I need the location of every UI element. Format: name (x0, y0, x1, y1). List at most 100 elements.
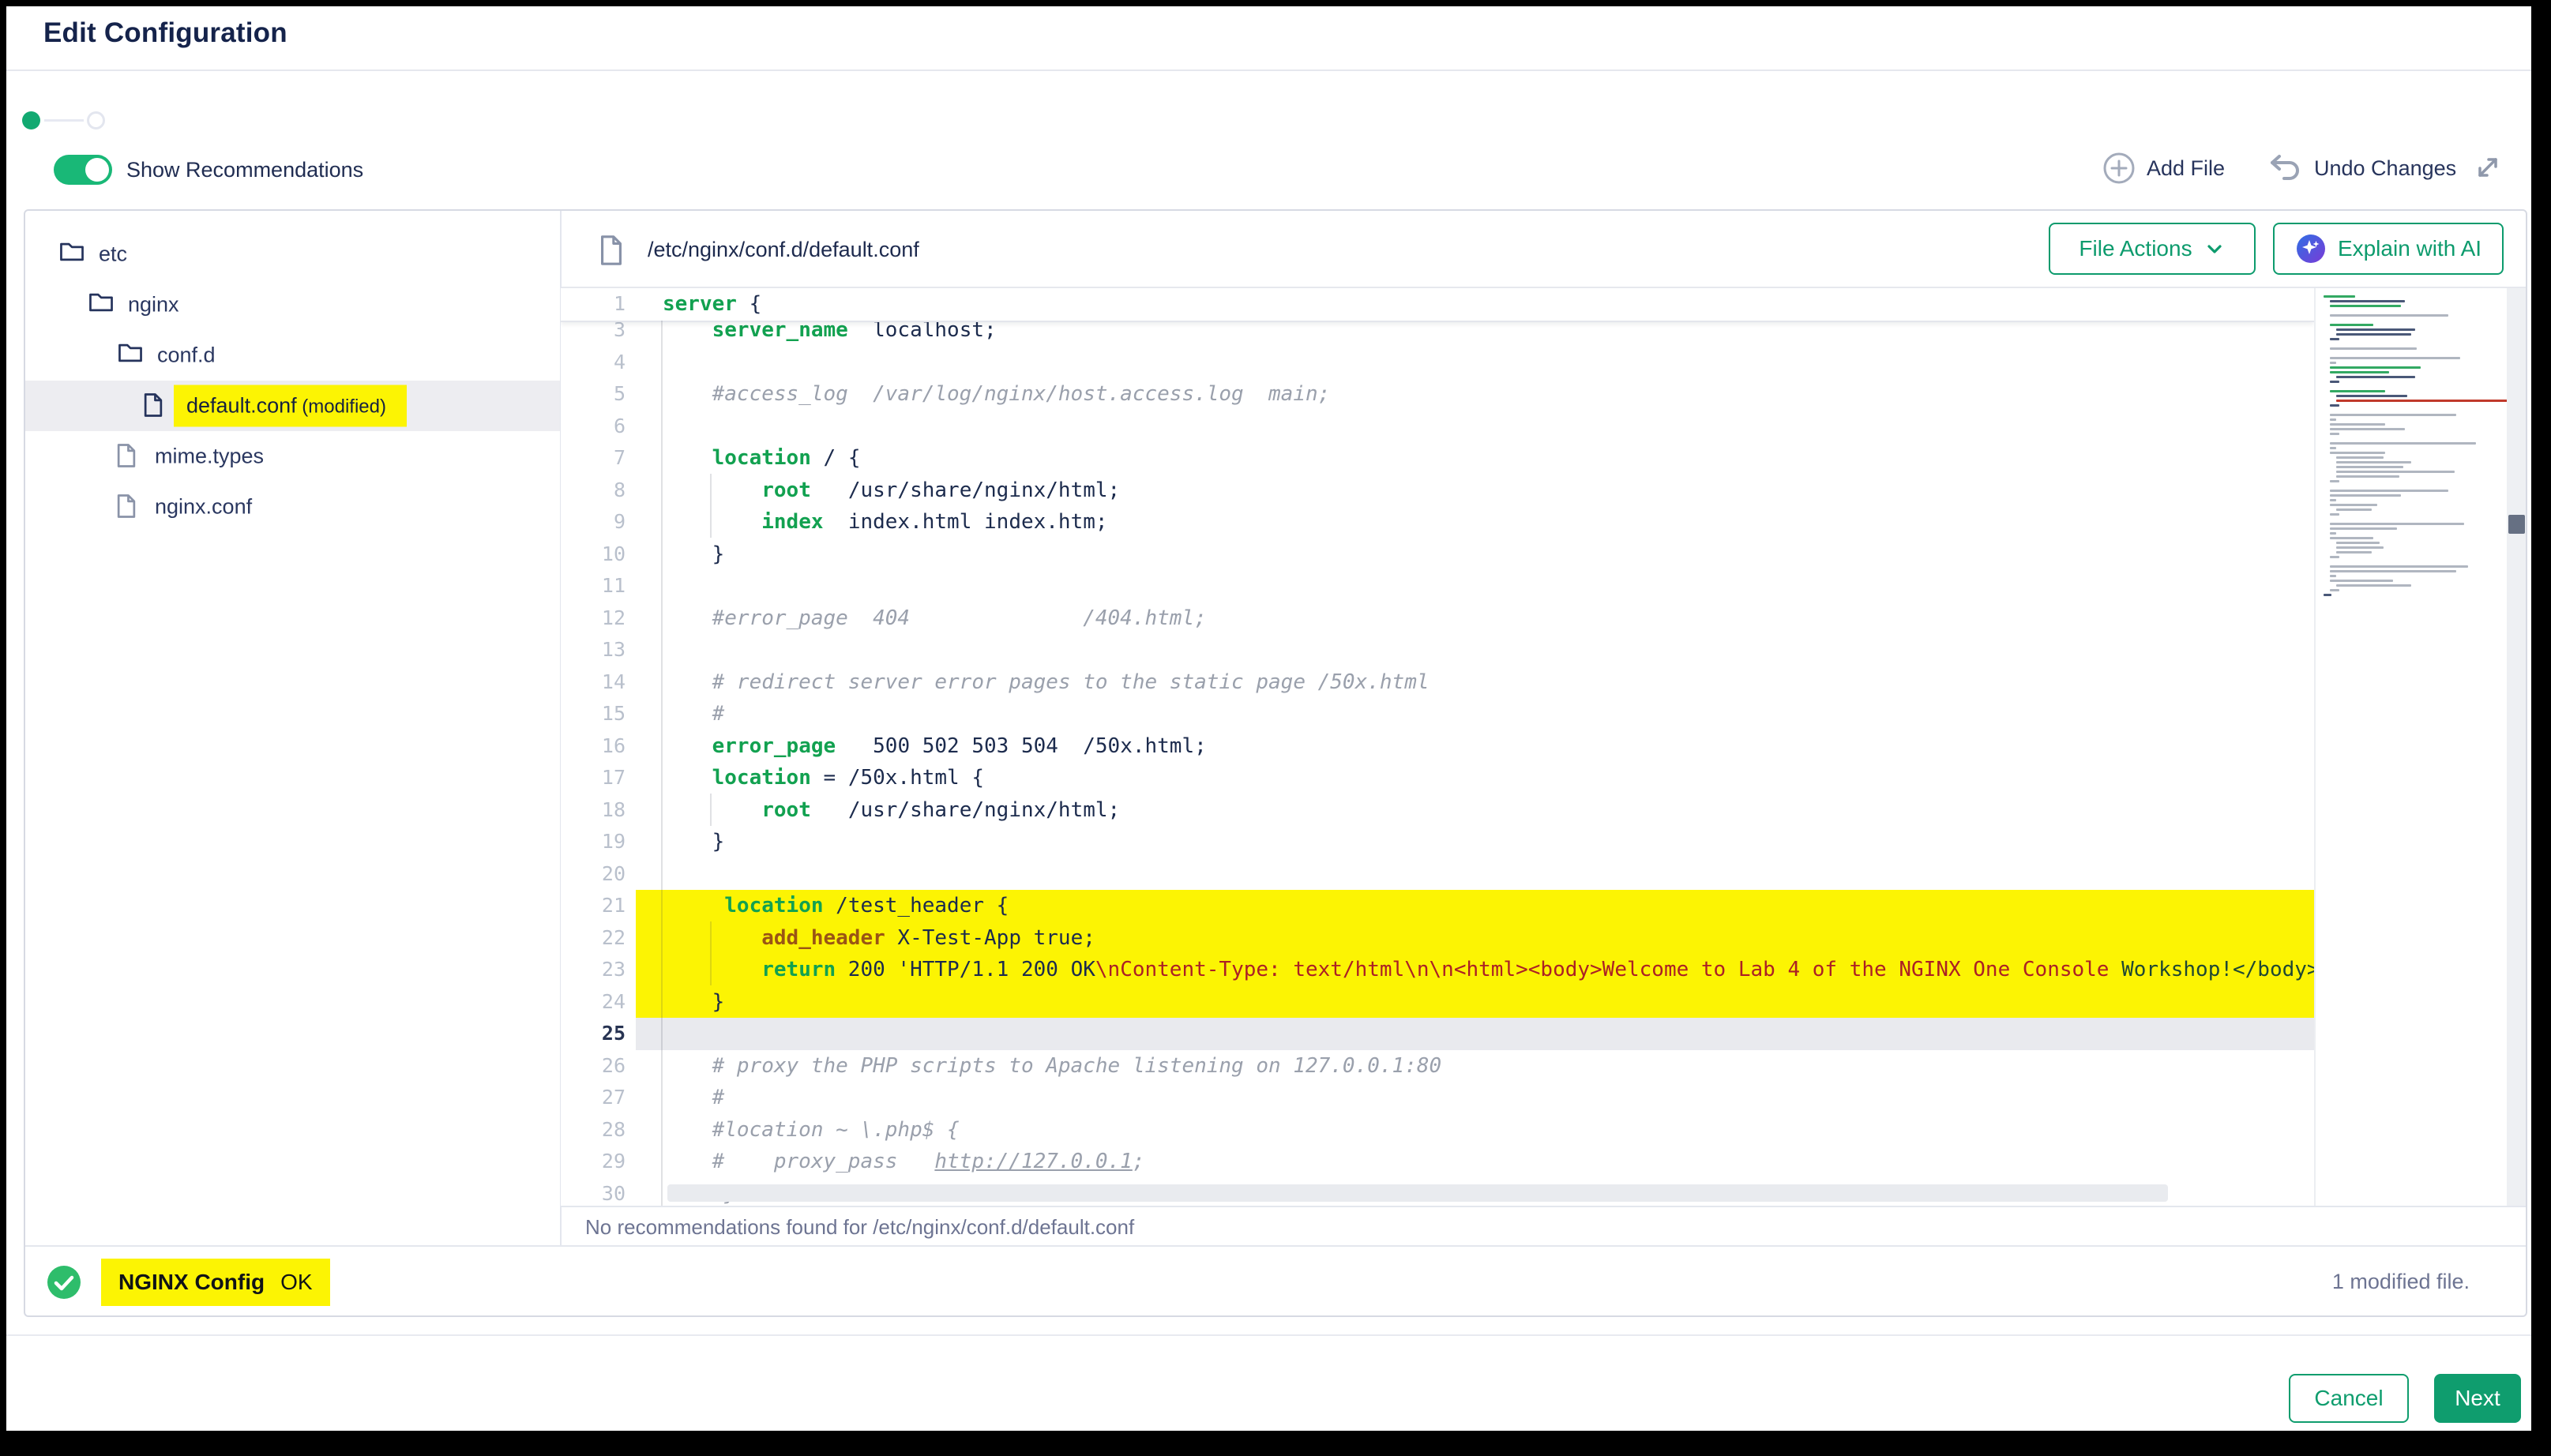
undo-changes-button[interactable]: Undo Changes (2268, 152, 2456, 185)
minimap-line (2330, 418, 2336, 421)
stepper-step-1-active (22, 111, 40, 129)
line-content: return 200 'HTTP/1.1 200 OK\nContent-Typ… (663, 954, 2314, 986)
add-file-label: Add File (2147, 156, 2225, 181)
minimap[interactable] (2314, 288, 2507, 1206)
nginx-config-label: NGINX Config (118, 1270, 265, 1294)
code-line-1: 1server { (561, 288, 2314, 321)
minimap-line (2330, 314, 2448, 317)
next-button[interactable]: Next (2434, 1374, 2521, 1423)
line-content: } (663, 986, 724, 1019)
vertical-scrollbar-track[interactable] (2507, 288, 2527, 1206)
status-footer: NGINX ConfigOK 1 modified file. (24, 1245, 2527, 1315)
show-recommendations-toggle[interactable] (54, 155, 112, 185)
header-divider (6, 69, 2531, 71)
minimap-line (2330, 499, 2336, 501)
tree-item-conf-d[interactable]: conf.d (24, 330, 561, 381)
minimap-line (2330, 357, 2460, 359)
line-number: 19 (561, 826, 626, 858)
toggle-knob (85, 158, 109, 182)
minimap-line (2330, 404, 2339, 407)
add-file-button[interactable]: Add File (2102, 152, 2225, 185)
line-number: 7 (561, 442, 626, 475)
minimap-line (2330, 371, 2389, 373)
minimap-line (2330, 347, 2417, 350)
minimap-line (2330, 504, 2377, 506)
minimap-line (2330, 381, 2339, 383)
modified-badge: (modified) (297, 396, 386, 418)
code-line-21: 21 location /test_header { (561, 890, 2314, 922)
minimap-line (2330, 532, 2336, 535)
minimap-line (2330, 490, 2448, 492)
tree-item-nginx-conf[interactable]: nginx.conf (24, 482, 561, 532)
minimap-line (2330, 338, 2339, 340)
edit-configuration-modal: Edit Configuration Show Recommendations … (0, 0, 2551, 1456)
line-content: add_header X-Test-App true; (663, 922, 1095, 955)
minimap-line (2336, 551, 2372, 554)
check-circle-icon (46, 1264, 82, 1300)
screenshot-edge-right (2531, 0, 2551, 1456)
line-content: #error_page 404 /404.html; (663, 602, 1207, 635)
line-number: 30 (561, 1178, 626, 1206)
tree-item-mime-types[interactable]: mime.types (24, 431, 561, 482)
line-content: # (663, 698, 724, 730)
vertical-scrollbar-thumb[interactable] (2508, 515, 2525, 534)
line-number: 14 (561, 666, 626, 699)
plus-circle-icon (2102, 152, 2136, 185)
ai-sparkle-icon (2295, 233, 2327, 265)
line-content: location / { (663, 442, 860, 475)
file-icon (115, 493, 137, 519)
code-line-29: 29 # proxy_pass http://127.0.0.1; (561, 1146, 2314, 1178)
line-content: #access_log /var/log/nginx/host.access.l… (663, 378, 1330, 411)
minimap-line (2336, 328, 2415, 331)
line-content: #location ~ \.php$ { (663, 1114, 960, 1146)
minimap-line (2336, 546, 2384, 549)
line-content: # proxy_pass http://127.0.0.1; (663, 1146, 1144, 1178)
cancel-button[interactable]: Cancel (2289, 1374, 2409, 1423)
minimap-line (2336, 471, 2455, 473)
minimap-line (2330, 433, 2339, 435)
line-content: # redirect server error pages to the sta… (663, 666, 1430, 699)
line-number: 15 (561, 698, 626, 730)
tree-item-etc[interactable]: etc (24, 229, 561, 280)
code-line-12: 12 #error_page 404 /404.html; (561, 602, 2314, 635)
minimap-line (2330, 513, 2339, 516)
code-line-8: 8 root /usr/share/nginx/html; (561, 475, 2314, 507)
minimap-line (2330, 428, 2405, 430)
line-content: } (663, 538, 724, 571)
expand-icon[interactable] (2472, 152, 2504, 183)
sticky-line: 1server { (561, 288, 2314, 322)
minimap-line (2330, 556, 2339, 558)
explain-ai-label: Explain with AI (2338, 236, 2481, 261)
stepper-connector (44, 119, 84, 122)
screenshot-edge-bottom (0, 1431, 2551, 1456)
minimap-line (2330, 414, 2456, 416)
explain-with-ai-button[interactable]: Explain with AI (2273, 223, 2504, 275)
tree-item-label: mime.types (155, 445, 264, 469)
minimap-line (2330, 366, 2421, 369)
minimap-line (2336, 333, 2411, 336)
tree-item-label: default.conf (modified) (174, 385, 407, 427)
horizontal-scrollbar[interactable] (667, 1184, 2168, 1202)
minimap-line (2330, 300, 2405, 302)
minimap-line (2336, 461, 2411, 463)
code-line-19: 19 } (561, 826, 2314, 858)
file-actions-button[interactable]: File Actions (2049, 223, 2256, 275)
code-line-6: 6 (561, 411, 2314, 443)
code-line-18: 18 root /usr/share/nginx/html; (561, 794, 2314, 827)
tree-item-nginx[interactable]: nginx (24, 280, 561, 330)
line-number: 18 (561, 794, 626, 827)
line-content: location /test_header { (663, 890, 1009, 922)
minimap-line (2330, 442, 2476, 445)
tree-item-label: conf.d (157, 343, 216, 368)
screenshot-edge-top (0, 0, 2551, 6)
file-actions-label: File Actions (2079, 236, 2192, 261)
code-line-24: 24 } (561, 986, 2314, 1019)
line-content: root /usr/share/nginx/html; (663, 794, 1120, 827)
line-number: 20 (561, 858, 626, 891)
tree-item-default-conf[interactable]: default.conf (modified) (24, 381, 561, 431)
code-editor[interactable]: 3 server_name localhost;45 #access_log /… (561, 288, 2314, 1206)
minimap-line (2330, 480, 2339, 482)
minimap-line (2336, 400, 2507, 402)
code-line-13: 13 (561, 634, 2314, 666)
line-number: 8 (561, 475, 626, 507)
